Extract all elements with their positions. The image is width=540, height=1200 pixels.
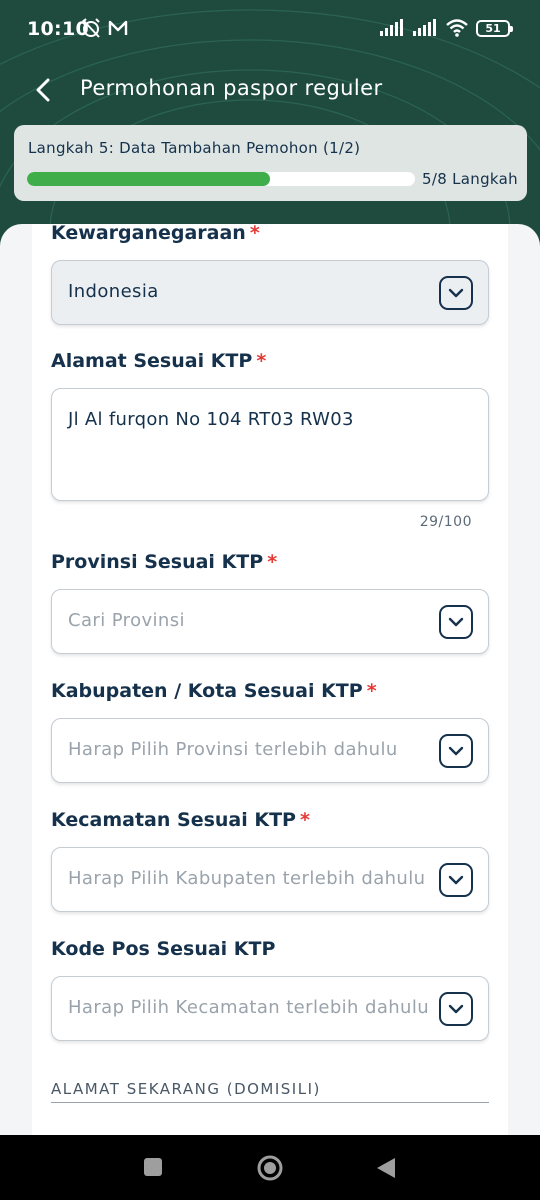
- kabupaten-label: Kabupaten / Kota Sesuai KTP *: [51, 680, 377, 702]
- page-title: Permohonan paspor reguler: [80, 76, 383, 100]
- app-bar: Permohonan paspor reguler: [0, 60, 540, 120]
- progress-card: Langkah 5: Data Tambahan Pemohon (1/2) 5…: [14, 125, 527, 201]
- kode-pos-placeholder: Harap Pilih Kecamatan terlebih dahulu: [68, 997, 430, 1018]
- kode-pos-select[interactable]: Harap Pilih Kecamatan terlebih dahulu: [51, 976, 489, 1041]
- battery-icon: 51: [476, 19, 513, 37]
- signal-icon: [380, 19, 403, 36]
- kewarganegaraan-label: Kewarganegaraan *: [51, 222, 260, 244]
- kewarganegaraan-value: Indonesia: [68, 281, 159, 302]
- status-left-icons: [80, 18, 128, 38]
- kecamatan-select[interactable]: Harap Pilih Kabupaten terlebih dahulu: [51, 847, 489, 912]
- kode-pos-label: Kode Pos Sesuai KTP: [51, 938, 275, 960]
- provinsi-select[interactable]: Cari Provinsi: [51, 589, 489, 654]
- provinsi-label-text: Provinsi Sesuai KTP: [51, 551, 264, 573]
- wifi-icon: [446, 19, 468, 37]
- alamat-ktp-textarea[interactable]: Jl Al furqon No 104 RT03 RW03: [51, 388, 489, 501]
- arrow-left-icon: [36, 78, 50, 102]
- status-right-icons: 51: [379, 18, 513, 38]
- alarm-off-icon: [82, 18, 100, 38]
- system-nav-bar: [0, 1135, 540, 1200]
- alamat-ktp-label: Alamat Sesuai KTP *: [51, 350, 266, 372]
- kabupaten-select[interactable]: Harap Pilih Provinsi terlebih dahulu: [51, 718, 489, 783]
- required-mark: *: [256, 350, 267, 372]
- kode-pos-label-text: Kode Pos Sesuai KTP: [51, 938, 276, 960]
- provinsi-label: Provinsi Sesuai KTP *: [51, 551, 277, 573]
- back-nav-button[interactable]: [375, 1156, 397, 1184]
- back-button[interactable]: [28, 74, 58, 106]
- kecamatan-placeholder: Harap Pilih Kabupaten terlebih dahulu: [68, 868, 426, 889]
- kewarganegaraan-label-text: Kewarganegaraan: [51, 222, 246, 244]
- step-label: Langkah 5: Data Tambahan Pemohon (1/2): [28, 139, 361, 157]
- provinsi-placeholder: Cari Provinsi: [68, 610, 185, 631]
- kecamatan-label-text: Kecamatan Sesuai KTP: [51, 809, 296, 831]
- progress-track: [27, 172, 415, 186]
- kabupaten-label-text: Kabupaten / Kota Sesuai KTP: [51, 680, 363, 702]
- required-mark: *: [366, 680, 377, 702]
- progress-fill: [27, 172, 270, 186]
- mail-m-icon: [108, 20, 128, 35]
- kewarganegaraan-select[interactable]: Indonesia: [51, 260, 489, 325]
- kecamatan-label: Kecamatan Sesuai KTP *: [51, 809, 310, 831]
- required-mark: *: [249, 222, 260, 244]
- required-mark: *: [267, 551, 278, 573]
- signal-icon-2: [413, 19, 436, 36]
- alamat-ktp-label-text: Alamat Sesuai KTP: [51, 350, 253, 372]
- chevron-down-icon[interactable]: [439, 605, 473, 639]
- triangle-back-icon: [377, 1158, 395, 1178]
- chevron-down-icon[interactable]: [439, 863, 473, 897]
- chevron-down-icon[interactable]: [439, 276, 473, 310]
- required-mark: *: [300, 809, 310, 831]
- home-button[interactable]: [256, 1154, 284, 1186]
- recents-button[interactable]: [143, 1157, 163, 1181]
- kabupaten-placeholder: Harap Pilih Provinsi terlebih dahulu: [68, 739, 398, 760]
- square-icon: [144, 1158, 162, 1176]
- section-domisili-title: ALAMAT SEKARANG (DOMISILI): [51, 1080, 321, 1098]
- status-bar: 10:10 51: [0, 0, 540, 56]
- section-divider: [51, 1102, 489, 1103]
- circle-icon: [257, 1155, 283, 1181]
- chevron-down-icon[interactable]: [439, 992, 473, 1026]
- alamat-ktp-value: Jl Al furqon No 104 RT03 RW03: [68, 409, 354, 430]
- progress-steps-text: 5/8 Langkah: [422, 170, 518, 188]
- chevron-down-icon[interactable]: [439, 734, 473, 768]
- alamat-ktp-counter: 29/100: [419, 514, 472, 530]
